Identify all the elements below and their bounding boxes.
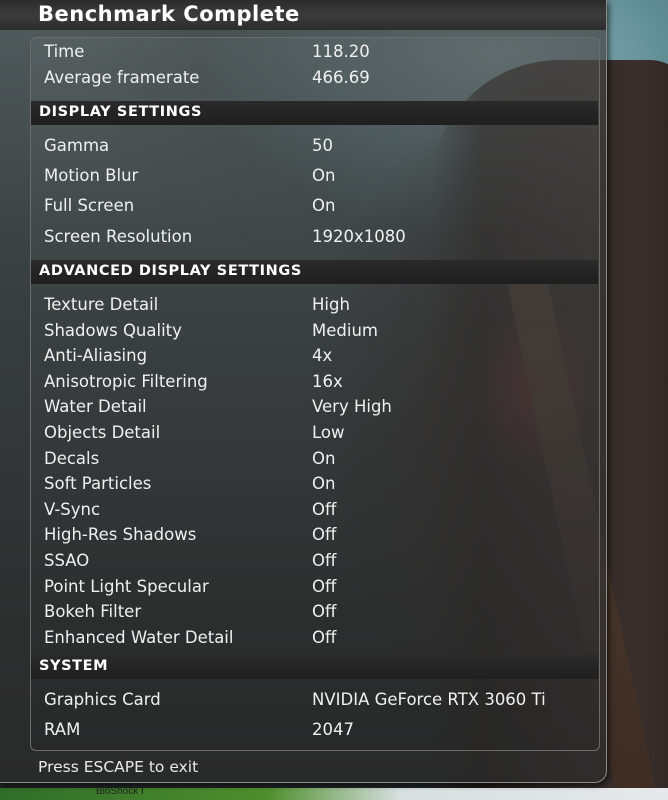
section-title: ADVANCED DISPLAY SETTINGS (39, 263, 302, 279)
setting-label: Texture Detail (44, 295, 159, 314)
setting-label: Bokeh Filter (44, 602, 142, 621)
result-value: 118.20 (312, 42, 370, 61)
setting-label: Enhanced Water Detail (44, 628, 234, 647)
setting-value: 4x (312, 346, 333, 365)
benchmark-dialog: Benchmark Complete Time 118.20 Average f… (0, 0, 607, 783)
setting-label: Soft Particles (44, 474, 152, 493)
system-value: NVIDIA GeForce RTX 3060 Ti (312, 690, 546, 709)
system-label: Graphics Card (44, 690, 161, 709)
dialog-title: Benchmark Complete (38, 2, 300, 26)
setting-value: Off (312, 602, 337, 621)
setting-value: 50 (312, 136, 333, 155)
setting-label: Full Screen (44, 196, 135, 215)
taskbar: BioShock I (0, 786, 668, 800)
escape-hint: Press ESCAPE to exit (38, 758, 199, 776)
setting-value: Off (312, 525, 337, 544)
taskbar-item[interactable]: BioShock I (96, 786, 144, 797)
setting-label: Anisotropic Filtering (44, 372, 208, 391)
setting-label: Water Detail (44, 397, 147, 416)
system-value: 2047 (312, 720, 354, 739)
section-title: SYSTEM (39, 658, 109, 674)
setting-label: Anti-Aliasing (44, 346, 148, 365)
setting-value: Off (312, 577, 337, 596)
setting-value: Off (312, 500, 337, 519)
setting-label: Point Light Specular (44, 577, 209, 596)
setting-label: Shadows Quality (44, 321, 182, 340)
section-header-advanced: ADVANCED DISPLAY SETTINGS (31, 260, 598, 284)
setting-label: Decals (44, 449, 100, 468)
setting-value: High (312, 295, 350, 314)
setting-value: Off (312, 628, 337, 647)
setting-label: Screen Resolution (44, 227, 193, 246)
setting-value: Medium (312, 321, 378, 340)
setting-value: Very High (312, 397, 392, 416)
setting-value: On (312, 449, 336, 468)
setting-value: On (312, 166, 336, 185)
result-label: Time (44, 42, 85, 61)
setting-label: V-Sync (44, 500, 101, 519)
setting-label: Gamma (44, 136, 110, 155)
setting-label: SSAO (44, 551, 90, 570)
section-header-display: DISPLAY SETTINGS (31, 101, 598, 125)
setting-label: High-Res Shadows (44, 525, 197, 544)
system-label: RAM (44, 720, 81, 739)
setting-value: On (312, 196, 336, 215)
setting-label: Objects Detail (44, 423, 161, 442)
setting-value: On (312, 474, 336, 493)
setting-label: Motion Blur (44, 166, 139, 185)
section-header-system: SYSTEM (31, 655, 598, 679)
setting-value: Low (312, 423, 345, 442)
setting-value: 16x (312, 372, 343, 391)
setting-value: 1920x1080 (312, 227, 406, 246)
section-title: DISPLAY SETTINGS (39, 104, 203, 120)
result-label: Average framerate (44, 68, 200, 87)
result-value: 466.69 (312, 68, 370, 87)
title-bar: Benchmark Complete (0, 0, 606, 30)
setting-value: Off (312, 551, 337, 570)
